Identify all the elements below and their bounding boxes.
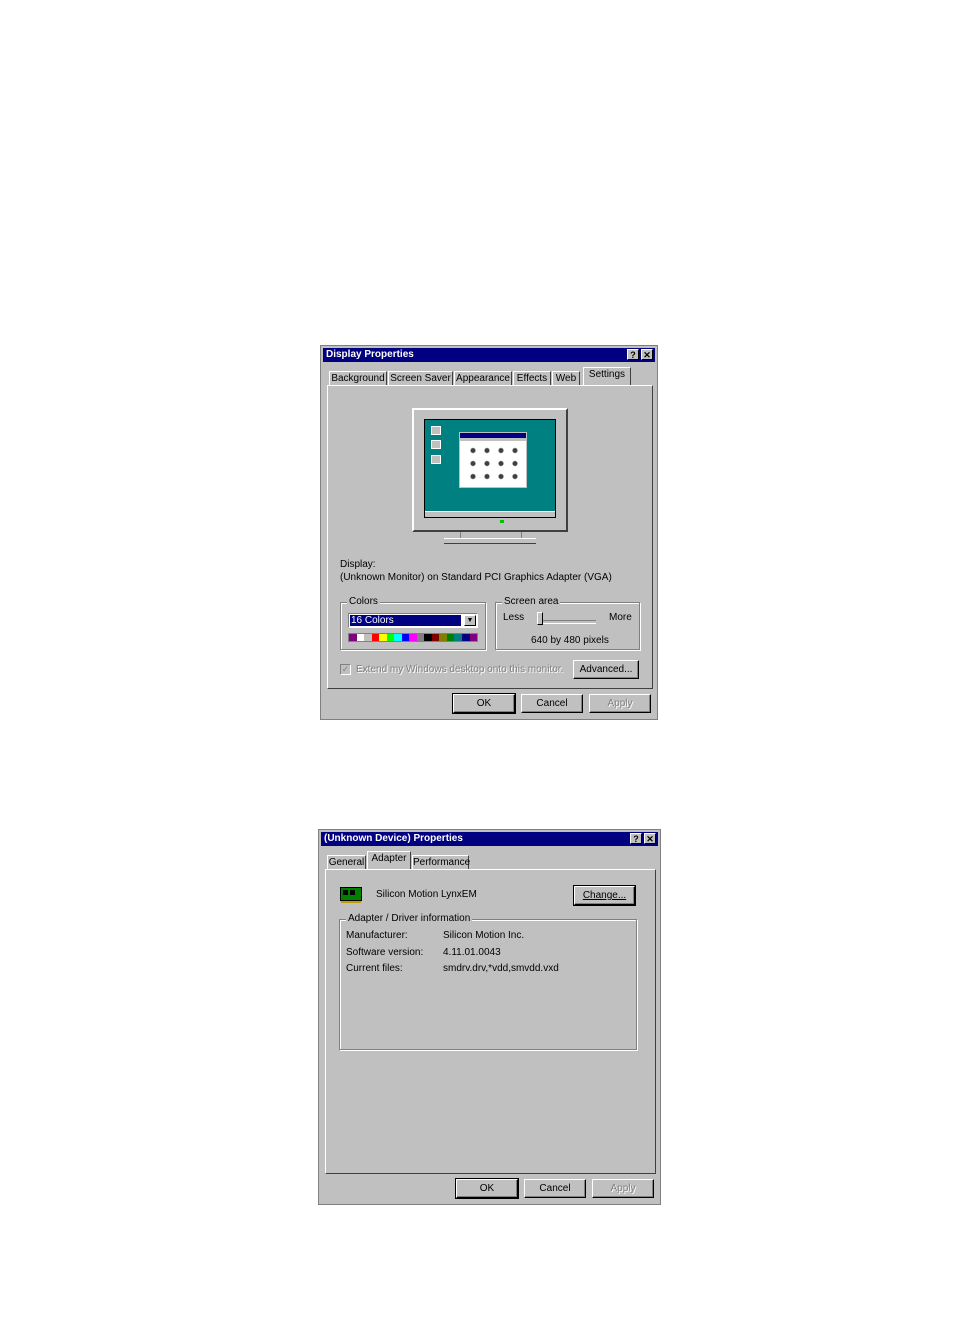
tab-performance[interactable]: Performance xyxy=(412,855,470,870)
chevron-down-icon[interactable]: ▼ xyxy=(464,615,476,626)
extend-desktop-checkbox[interactable]: ✓ xyxy=(340,664,351,675)
palette-swatch xyxy=(379,634,387,641)
display-value: (Unknown Monitor) on Standard PCI Graphi… xyxy=(340,572,612,583)
preview-window xyxy=(459,432,527,488)
close-icon[interactable]: ✕ xyxy=(644,833,656,844)
desktop-icon-network xyxy=(431,440,441,449)
adapter-driver-info-label: Adapter / Driver information xyxy=(346,913,473,925)
desktop-icon-my-computer xyxy=(431,426,441,435)
device-properties-window: (Unknown Device) Properties ? ✕ General … xyxy=(318,829,661,1205)
current-files-value: smdrv.drv,*vdd,smvdd.vxd xyxy=(443,963,559,974)
manufacturer-value: Silicon Motion Inc. xyxy=(443,930,525,941)
tab-settings[interactable]: Settings xyxy=(583,367,631,385)
change-button[interactable]: Change... xyxy=(573,885,636,906)
ok-button[interactable]: OK xyxy=(455,1178,519,1199)
settings-panel: Display: (Unknown Monitor) on Standard P… xyxy=(327,385,653,689)
screen-area-group: Screen area Less More 640 by 480 pixels xyxy=(495,596,640,650)
palette-swatch xyxy=(349,634,357,641)
monitor-screen xyxy=(424,419,556,518)
colors-group-label: Colors xyxy=(347,596,380,608)
tab-background[interactable]: Background xyxy=(329,371,387,386)
palette-swatch xyxy=(409,634,417,641)
display-properties-window: Display Properties ? ✕ Background Screen… xyxy=(320,345,658,720)
desktop-icon-recycle-bin xyxy=(431,455,441,464)
device-properties-titlebar[interactable]: (Unknown Device) Properties ? ✕ xyxy=(321,832,658,846)
current-files-label: Current files: xyxy=(346,963,403,974)
palette-swatch xyxy=(416,634,425,641)
colors-dropdown-value: 16 Colors xyxy=(350,615,461,626)
software-version-label: Software version: xyxy=(346,947,424,958)
cancel-button[interactable]: Cancel xyxy=(521,694,583,713)
preview-window-icons xyxy=(466,444,520,484)
help-icon[interactable]: ? xyxy=(627,349,639,360)
preview-taskbar xyxy=(425,511,555,517)
palette-swatch xyxy=(401,634,410,641)
palette-swatch xyxy=(446,634,455,641)
extend-desktop-label: Extend my Windows desktop onto this moni… xyxy=(356,664,564,675)
palette-swatch xyxy=(356,634,365,641)
display-properties-titlebar[interactable]: Display Properties ? ✕ xyxy=(323,348,655,362)
tab-effects[interactable]: Effects xyxy=(513,371,551,386)
close-icon[interactable]: ✕ xyxy=(641,349,653,360)
palette-swatch xyxy=(386,634,395,641)
tab-web[interactable]: Web xyxy=(552,371,580,386)
monitor-base xyxy=(444,538,536,544)
palette-swatch xyxy=(371,634,380,641)
palette-swatch xyxy=(454,634,462,641)
more-label: More xyxy=(609,612,632,623)
screen-area-slider-thumb[interactable] xyxy=(537,612,543,625)
tab-adapter[interactable]: Adapter xyxy=(367,851,411,869)
cancel-button[interactable]: Cancel xyxy=(524,1179,586,1198)
resolution-label: 640 by 480 pixels xyxy=(531,635,609,646)
ok-button[interactable]: OK xyxy=(452,693,516,714)
colors-group: Colors 16 Colors ▼ xyxy=(340,596,486,650)
window-title: Display Properties xyxy=(326,349,414,360)
palette-swatch xyxy=(461,634,470,641)
color-palette-bar xyxy=(348,633,478,642)
screen-area-group-label: Screen area xyxy=(502,596,561,608)
display-adapter-icon xyxy=(340,887,362,903)
window-title: (Unknown Device) Properties xyxy=(324,833,463,844)
less-label: Less xyxy=(503,612,525,623)
display-label: Display: xyxy=(340,559,376,570)
preview-window-menubar xyxy=(460,438,526,441)
palette-swatch xyxy=(439,634,447,641)
manufacturer-label: Manufacturer: xyxy=(346,930,408,941)
palette-swatch xyxy=(431,634,440,641)
apply-button[interactable]: Apply xyxy=(592,1179,654,1198)
tab-appearance[interactable]: Appearance xyxy=(454,371,512,386)
palette-swatch xyxy=(424,634,432,641)
palette-swatch xyxy=(469,634,478,641)
adapter-name: Silicon Motion LynxEM xyxy=(376,889,477,900)
colors-dropdown[interactable]: 16 Colors ▼ xyxy=(348,613,478,628)
adapter-panel: Silicon Motion LynxEM Change... Adapter … xyxy=(325,869,656,1174)
palette-swatch xyxy=(364,634,372,641)
tab-screen-saver[interactable]: Screen Saver xyxy=(388,371,453,386)
advanced-button[interactable]: Advanced... xyxy=(573,660,639,679)
power-led-icon xyxy=(500,520,504,523)
software-version-value: 4.11.01.0043 xyxy=(443,947,501,958)
monitor-preview xyxy=(412,408,568,532)
adapter-driver-info-group: Adapter / Driver information Manufacture… xyxy=(339,913,637,1050)
help-icon[interactable]: ? xyxy=(630,833,642,844)
screen-area-slider-track[interactable] xyxy=(538,620,596,624)
apply-button[interactable]: Apply xyxy=(589,694,651,713)
palette-swatch xyxy=(394,634,402,641)
tab-general[interactable]: General xyxy=(327,855,366,870)
